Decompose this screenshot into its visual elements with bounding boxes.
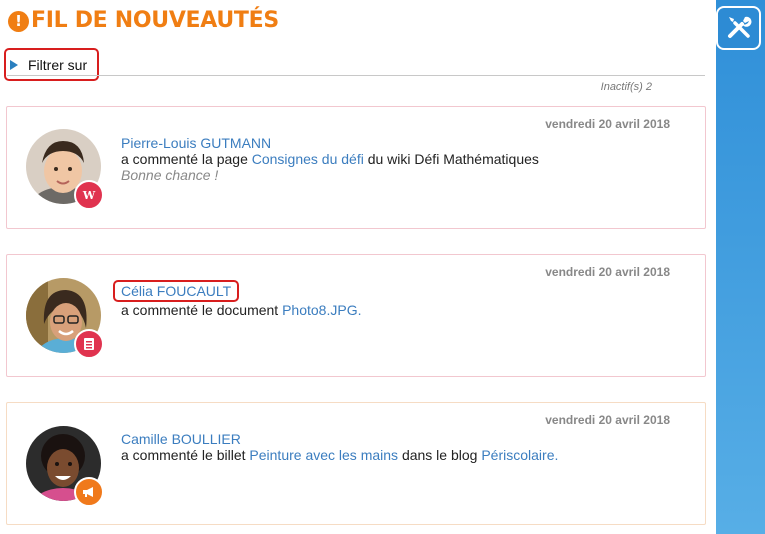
container-link[interactable]: Périscolaire. bbox=[481, 447, 558, 463]
action-text: a commenté la page bbox=[121, 151, 248, 167]
target-link[interactable]: Photo8.JPG. bbox=[282, 302, 361, 318]
feed-card: vendredi 20 avril 2018 Célia FOUCAULT a … bbox=[6, 254, 706, 377]
author-link[interactable]: Pierre-Louis GUTMANN bbox=[121, 135, 271, 151]
document-icon bbox=[74, 329, 104, 359]
feed-date: vendredi 20 avril 2018 bbox=[545, 265, 670, 279]
triangle-right-icon bbox=[10, 59, 18, 70]
author-link[interactable]: Camille BOULLIER bbox=[121, 431, 241, 447]
page-title: FIL DE NOUVEAUTÉS bbox=[31, 8, 279, 33]
comment-text: Bonne chance ! bbox=[121, 167, 219, 183]
inactive-count: Inactif(s) 2 bbox=[600, 81, 652, 93]
right-sidebar bbox=[716, 0, 765, 534]
target-link[interactable]: Consignes du défi bbox=[252, 151, 364, 167]
divider bbox=[7, 75, 705, 76]
context-text: dans le blog bbox=[401, 447, 478, 463]
tools-button[interactable] bbox=[716, 6, 761, 50]
filter-label: Filtrer sur bbox=[28, 56, 88, 73]
action-text: a commenté le document bbox=[121, 302, 279, 318]
feed-card: vendredi 20 avril 2018 W Pierre-Louis GU… bbox=[6, 106, 706, 229]
filter-toggle-button[interactable]: Filtrer sur bbox=[4, 48, 99, 81]
news-feed-panel: ! FIL DE NOUVEAUTÉS Filtrer sur Inactif(… bbox=[0, 0, 716, 534]
tools-icon bbox=[725, 13, 753, 44]
page-header: ! FIL DE NOUVEAUTÉS bbox=[8, 8, 279, 34]
feed-date: vendredi 20 avril 2018 bbox=[545, 117, 670, 131]
megaphone-icon bbox=[74, 477, 104, 507]
action-text: a commenté le billet bbox=[121, 447, 246, 463]
wiki-icon: W bbox=[74, 180, 104, 210]
feed-text: Pierre-Louis GUTMANN a commenté la page … bbox=[121, 135, 539, 183]
context-text: du wiki Défi Mathématiques bbox=[367, 151, 539, 167]
feed-card: vendredi 20 avril 2018 Camille BOULLIER … bbox=[6, 402, 706, 525]
feed-date: vendredi 20 avril 2018 bbox=[545, 413, 670, 427]
feed-text: Célia FOUCAULT a commenté le document Ph… bbox=[113, 280, 361, 318]
author-link[interactable]: Célia FOUCAULT bbox=[113, 280, 240, 302]
feed-text: Camille BOULLIER a commenté le billet Pe… bbox=[121, 431, 558, 463]
alert-icon: ! bbox=[8, 10, 29, 32]
target-link[interactable]: Peinture avec les mains bbox=[249, 447, 398, 463]
